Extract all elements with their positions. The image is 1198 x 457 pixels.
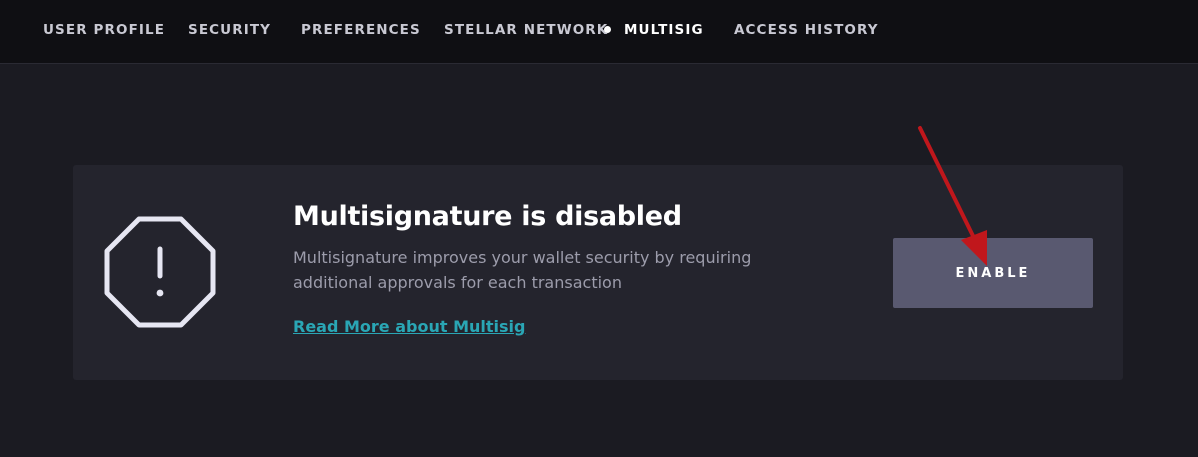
multisig-status-card: Multisignature is disabled Multisignatur… xyxy=(73,165,1123,380)
nav-item-preferences[interactable]: PREFERENCES xyxy=(301,19,421,41)
enable-button[interactable]: ENABLE xyxy=(893,238,1093,308)
nav-item-multisig[interactable]: MULTISIG xyxy=(624,19,704,41)
card-description: Multisignature improves your wallet secu… xyxy=(293,248,752,292)
active-indicator-dot xyxy=(604,26,611,33)
top-navigation: USER PROFILE SECURITY PREFERENCES STELLA… xyxy=(0,0,1198,64)
nav-item-user-profile[interactable]: USER PROFILE xyxy=(43,19,165,41)
nav-item-security[interactable]: SECURITY xyxy=(188,19,271,41)
card-title: Multisignature is disabled xyxy=(293,201,682,232)
octagon-warning-icon xyxy=(104,216,216,328)
nav-item-stellar-network[interactable]: STELLAR NETWORK xyxy=(444,19,608,41)
nav-item-access-history[interactable]: ACCESS HISTORY xyxy=(734,19,879,41)
read-more-link[interactable]: Read More about Multisig xyxy=(293,317,525,336)
